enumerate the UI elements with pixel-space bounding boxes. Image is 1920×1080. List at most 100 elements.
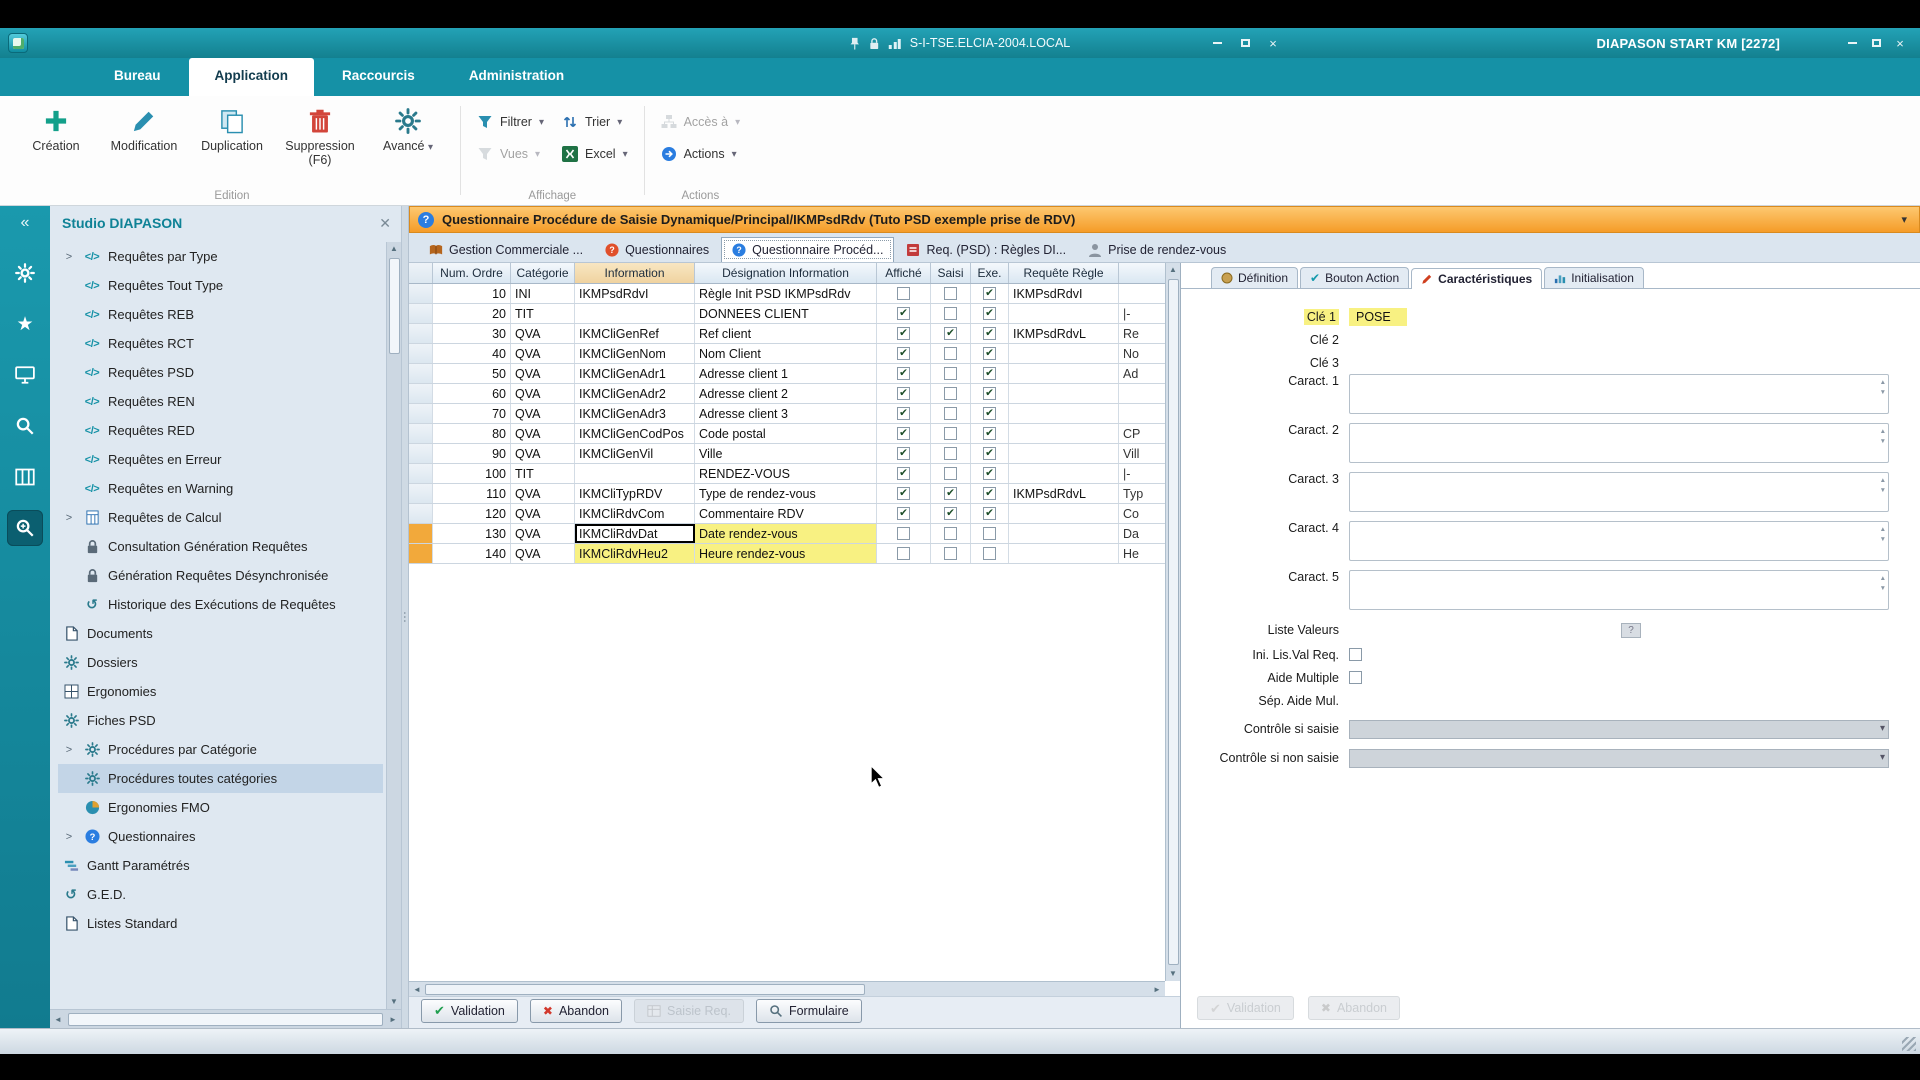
table-row-30[interactable]: 30 QVA IKMCliGenRef Ref client ✔ ✔ ✔ IKMPsdRdvL… (409, 324, 1165, 344)
checkbox[interactable] (944, 367, 957, 380)
close-icon[interactable]: ✕ (379, 215, 391, 232)
sidebar-horizontal-scrollbar[interactable]: ◄ ► (50, 1009, 401, 1028)
scroll-up-icon[interactable]: ▲ (1169, 263, 1177, 277)
table-vertical-scrollbar[interactable]: ▲ ▼ (1165, 263, 1180, 981)
chevron-down-icon[interactable]: ▾ (735, 117, 740, 128)
column-header-designation-information[interactable]: Désignation Information (695, 263, 877, 283)
cell-affiche[interactable]: ✔ (877, 304, 931, 323)
scroll-left-icon[interactable]: ◄ (409, 985, 425, 994)
pin-icon[interactable] (850, 37, 860, 50)
sidebar-item-requetes-par-type[interactable]: > </> Requêtes par Type (58, 242, 383, 271)
modification-button[interactable]: Modification (100, 100, 188, 168)
cell-num-ordre[interactable]: 130 (433, 524, 511, 543)
scroll-down-icon[interactable]: ▼ (1169, 967, 1177, 981)
cell-categorie[interactable]: TIT (511, 304, 575, 323)
sidebar-item-gantt-parametres[interactable]: Gantt Paramétrés (58, 851, 383, 880)
doc-tab-questionnaires[interactable]: ? Questionnaires (595, 238, 719, 262)
checkbox[interactable] (944, 287, 957, 300)
cell-requete-regle[interactable] (1009, 364, 1119, 383)
spinner-icon[interactable]: ▲ ▼ (1880, 525, 1886, 545)
detail-tab-bouton-action[interactable]: ✔ Bouton Action (1300, 267, 1410, 288)
chevron-down-icon[interactable]: ▾ (623, 149, 628, 160)
table-row-90[interactable]: 90 QVA IKMCliGenVil Ville ✔ ✔ Vill (409, 444, 1165, 464)
cell-affiche[interactable]: ✔ (877, 424, 931, 443)
cell-num-ordre[interactable]: 40 (433, 344, 511, 363)
cell-categorie[interactable]: QVA (511, 524, 575, 543)
cell-saisi[interactable]: ✔ (931, 324, 971, 343)
scroll-up-icon[interactable]: ▲ (390, 242, 398, 256)
checkbox[interactable] (944, 387, 957, 400)
cell-information[interactable]: IKMCliTypRDV (575, 484, 695, 503)
cell-affiche[interactable] (877, 544, 931, 563)
cell-exe[interactable] (971, 544, 1009, 563)
cell-requete-regle[interactable] (1009, 464, 1119, 483)
caract-5-input[interactable]: ▲ ▼ (1349, 570, 1889, 610)
column-header-requete-regle[interactable]: Requête Règle (1009, 263, 1119, 283)
cell-designation[interactable]: Commentaire RDV (695, 504, 877, 523)
cell-extra[interactable]: Typ (1119, 484, 1165, 503)
row-selector[interactable] (409, 304, 433, 323)
table-row-60[interactable]: 60 QVA IKMCliGenAdr2 Adresse client 2 ✔ ✔ (409, 384, 1165, 404)
cell-affiche[interactable] (877, 524, 931, 543)
row-selector[interactable] (409, 444, 433, 463)
row-selector[interactable] (409, 524, 433, 543)
cell-categorie[interactable]: QVA (511, 384, 575, 403)
checkbox[interactable] (944, 307, 957, 320)
cell-requete-regle[interactable] (1009, 404, 1119, 423)
doc-tab-questionnaire-proced[interactable]: ? Questionnaire Procéd... (721, 237, 895, 262)
scrollbar-thumb[interactable] (1167, 279, 1179, 965)
table-row-120[interactable]: 120 QVA IKMCliRdvCom Commentaire RDV ✔ ✔ ✔ Co (409, 504, 1165, 524)
checkbox[interactable]: ✔ (897, 487, 910, 500)
cell-exe[interactable]: ✔ (971, 324, 1009, 343)
cell-extra[interactable]: He (1119, 544, 1165, 563)
cell-affiche[interactable]: ✔ (877, 384, 931, 403)
cell-exe[interactable] (971, 524, 1009, 543)
cell-extra[interactable]: No (1119, 344, 1165, 363)
checkbox[interactable]: ✔ (897, 367, 910, 380)
ribbon-tab-raccourcis[interactable]: Raccourcis (316, 58, 441, 96)
row-selector[interactable] (409, 364, 433, 383)
abandon-button[interactable]: ✖ Abandon (529, 998, 623, 1023)
column-header-extra[interactable] (1119, 263, 1165, 283)
checkbox[interactable]: ✔ (983, 287, 996, 300)
table-row-10[interactable]: 10 INI IKMPsdRdvI Règle Init PSD IKMPsdRdv ✔… (409, 284, 1165, 304)
checkbox[interactable] (944, 547, 957, 560)
table-row-70[interactable]: 70 QVA IKMCliGenAdr3 Adresse client 3 ✔ ✔ (409, 404, 1165, 424)
actions-button[interactable]: Actions ▾ (653, 144, 749, 164)
cell-designation[interactable]: Type de rendez-vous (695, 484, 877, 503)
cell-affiche[interactable] (877, 284, 931, 303)
aide-multiple-checkbox[interactable] (1349, 671, 1362, 684)
cell-extra[interactable]: Ad (1119, 364, 1165, 383)
cell-designation[interactable]: Date rendez-vous (695, 524, 877, 543)
validation-button[interactable]: ✔ Validation (421, 998, 518, 1023)
cell-extra[interactable] (1119, 284, 1165, 303)
cell-information[interactable]: IKMPsdRdvI (575, 284, 695, 303)
cell-designation[interactable]: Règle Init PSD IKMPsdRdv (695, 284, 877, 303)
table-row-100[interactable]: 100 TIT RENDEZ-VOUS ✔ ✔ |- (409, 464, 1165, 484)
cell-affiche[interactable]: ✔ (877, 504, 931, 523)
checkbox[interactable]: ✔ (983, 447, 996, 460)
checkbox[interactable]: ✔ (944, 487, 957, 500)
caract-4-input[interactable]: ▲ ▼ (1349, 521, 1889, 561)
cell-categorie[interactable]: TIT (511, 464, 575, 483)
controle-si-non-saisie-dropdown[interactable]: ▾ (1349, 748, 1889, 768)
cell-requete-regle[interactable] (1009, 524, 1119, 543)
cell-requete-regle[interactable]: IKMPsdRdvL (1009, 324, 1119, 343)
caract-3-input[interactable]: ▲ ▼ (1349, 472, 1889, 512)
app-icon[interactable] (8, 33, 28, 53)
table-row-110[interactable]: 110 QVA IKMCliTypRDV Type de rendez-vous ✔ ✔ ✔… (409, 484, 1165, 504)
detail-tab-caracteristiques[interactable]: Caractéristiques (1411, 268, 1543, 289)
cell-designation[interactable]: Adresse client 3 (695, 404, 877, 423)
cell-num-ordre[interactable]: 10 (433, 284, 511, 303)
collapse-sidebar-icon[interactable]: « (21, 206, 30, 240)
sidebar-item-dossiers[interactable]: Dossiers (58, 648, 383, 677)
cell-extra[interactable]: Vill (1119, 444, 1165, 463)
checkbox[interactable]: ✔ (983, 327, 996, 340)
sidebar-item-ergonomies-fmo[interactable]: Ergonomies FMO (58, 793, 383, 822)
checkbox[interactable] (944, 447, 957, 460)
cell-extra[interactable]: Da (1119, 524, 1165, 543)
checkbox[interactable]: ✔ (983, 427, 996, 440)
detail-tab-definition[interactable]: Définition (1211, 267, 1299, 288)
row-selector[interactable] (409, 544, 433, 563)
checkbox[interactable] (944, 347, 957, 360)
